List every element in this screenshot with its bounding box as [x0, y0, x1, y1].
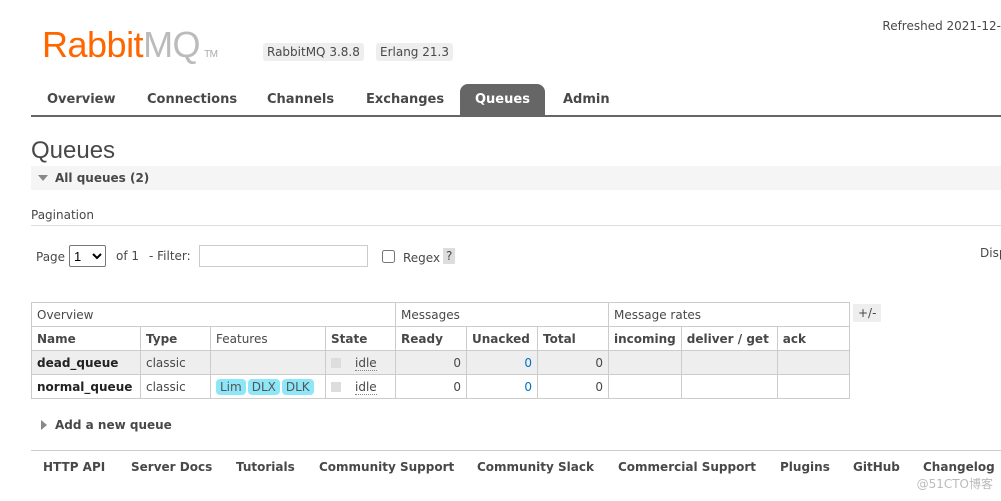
tab-queues[interactable]: Queues: [460, 84, 545, 115]
of-pages-label: of 1: [116, 249, 140, 263]
footer-link-commercial-support[interactable]: Commercial Support: [618, 460, 756, 474]
col-features: Features: [210, 326, 326, 351]
total-count: 0: [537, 374, 609, 399]
tab-channels[interactable]: Channels: [267, 84, 334, 115]
table-row[interactable]: normal_queue classic Lim DLX DLK idle 0 0 …: [31, 374, 850, 399]
footer-link-plugins[interactable]: Plugins: [780, 460, 830, 474]
add-queue-toggle[interactable]: Add a new queue: [41, 418, 172, 432]
page-select[interactable]: 1: [69, 245, 106, 267]
queue-name-link[interactable]: normal_queue: [31, 374, 141, 399]
col-type[interactable]: Type: [140, 326, 211, 351]
feature-badge-lim: Lim: [216, 378, 246, 395]
feature-badge-dlk: DLK: [281, 378, 314, 395]
queue-features: Lim DLX DLK: [210, 374, 326, 399]
nav-tabs: Overview Connections Channels Exchanges …: [31, 84, 1001, 117]
footer-link-server-docs[interactable]: Server Docs: [131, 460, 212, 474]
incoming-rate: [608, 350, 682, 375]
watermark: @51CTO博客: [916, 477, 993, 491]
state-indicator-icon: [331, 382, 341, 392]
filter-input[interactable]: [199, 245, 368, 267]
erlang-badge: Erlang 21.3: [376, 43, 453, 61]
unacked-count: 0: [466, 350, 538, 375]
group-message-rates: Message rates: [608, 302, 850, 327]
table-row[interactable]: dead_queue classic idle 0 0 0: [31, 350, 850, 375]
group-overview: Overview: [31, 302, 396, 327]
ready-count: 0: [395, 374, 467, 399]
col-name[interactable]: Name: [31, 326, 141, 351]
regex-label: Regex: [403, 251, 441, 265]
all-queues-toggle[interactable]: All queues (2): [31, 166, 1001, 190]
display-label: Disp: [980, 246, 1001, 260]
page-label: Page: [36, 250, 66, 264]
state-indicator-icon: [331, 358, 341, 368]
feature-badge-dlx: DLX: [247, 378, 280, 395]
footer-link-http-api[interactable]: HTTP API: [43, 460, 105, 474]
group-messages: Messages: [395, 302, 609, 327]
deliver-rate: [680, 350, 778, 375]
filter-label: - Filter:: [149, 249, 191, 263]
refreshed-label[interactable]: Refreshed 2021-12-: [882, 19, 1001, 33]
rabbitmq-logo[interactable]: Rabbit MQ TM: [42, 24, 218, 66]
tab-admin[interactable]: Admin: [563, 84, 610, 115]
queue-state: idle: [325, 350, 396, 375]
footer-link-github[interactable]: GitHub: [853, 460, 900, 474]
col-total[interactable]: Total: [537, 326, 609, 351]
ack-rate: [776, 350, 850, 375]
expand-triangle-icon: [41, 420, 47, 430]
deliver-rate: [680, 374, 778, 399]
queues-table: Overview Messages Message rates Name Typ…: [31, 302, 850, 399]
toggle-columns-button[interactable]: +/-: [853, 304, 882, 322]
queue-features: [210, 350, 326, 375]
tab-connections[interactable]: Connections: [147, 84, 237, 115]
tab-exchanges[interactable]: Exchanges: [366, 84, 444, 115]
version-badge: RabbitMQ 3.8.8: [263, 43, 364, 61]
footer-link-community-support[interactable]: Community Support: [319, 460, 454, 474]
regex-help-button[interactable]: ?: [443, 248, 456, 264]
ready-count: 0: [395, 350, 467, 375]
queue-name-link[interactable]: dead_queue: [31, 350, 141, 375]
collapse-triangle-icon: [38, 175, 48, 181]
footer-link-changelog[interactable]: Changelog: [923, 460, 995, 474]
col-deliver-get[interactable]: deliver / get: [680, 326, 778, 351]
regex-checkbox[interactable]: [382, 250, 395, 263]
queue-state: idle: [325, 374, 396, 399]
unacked-count: 0: [466, 374, 538, 399]
col-incoming[interactable]: incoming: [608, 326, 682, 351]
col-unacked[interactable]: Unacked: [466, 326, 538, 351]
col-state[interactable]: State: [325, 326, 396, 351]
pagination-heading: Pagination: [31, 208, 1001, 226]
queue-type: classic: [140, 350, 211, 375]
ack-rate: [776, 374, 850, 399]
page-title: Queues: [31, 137, 116, 164]
col-ready[interactable]: Ready: [395, 326, 467, 351]
footer-link-tutorials[interactable]: Tutorials: [236, 460, 295, 474]
tab-overview[interactable]: Overview: [47, 84, 116, 115]
footer-divider: [31, 450, 1001, 451]
footer-link-community-slack[interactable]: Community Slack: [477, 460, 594, 474]
col-ack[interactable]: ack: [776, 326, 850, 351]
queue-type: classic: [140, 374, 211, 399]
incoming-rate: [608, 374, 682, 399]
total-count: 0: [537, 350, 609, 375]
